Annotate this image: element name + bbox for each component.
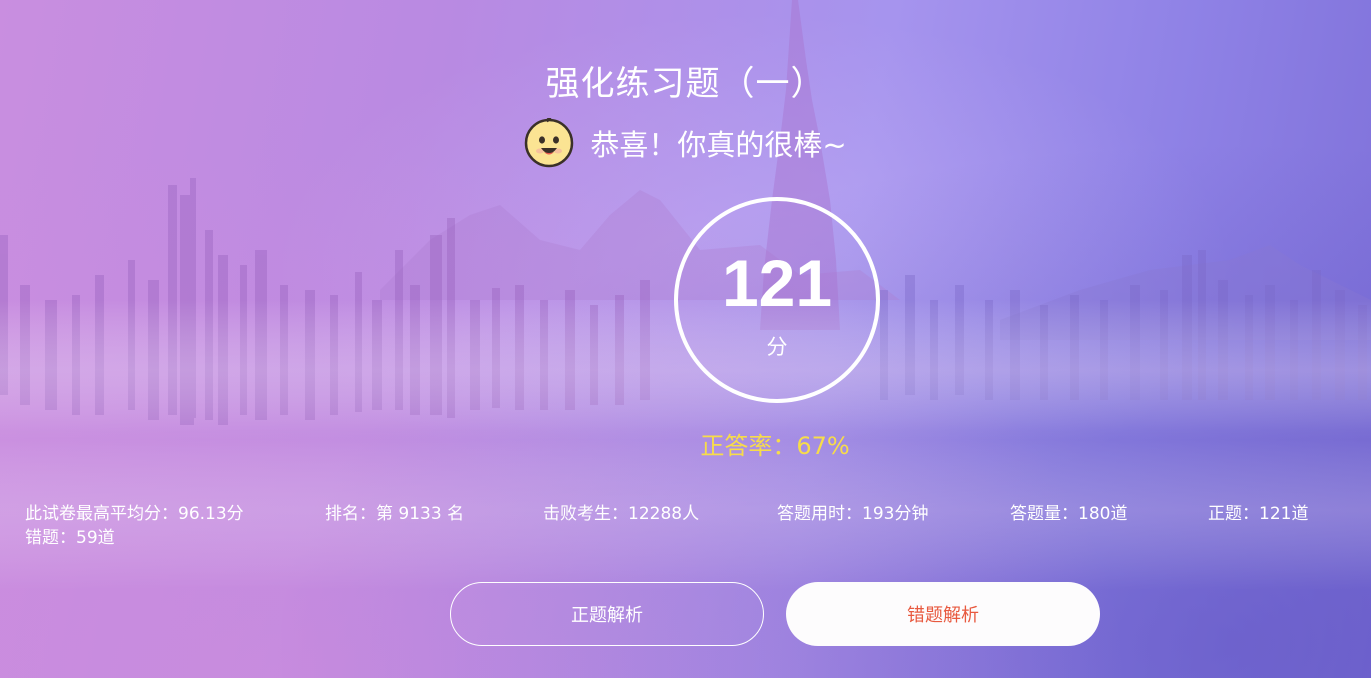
- stat-highest-average: 此试卷最高平均分：96.13分: [25, 504, 244, 524]
- exam-title: 强化练习题（一）: [545, 64, 826, 104]
- score-circle: 121 分: [674, 197, 880, 403]
- congratulation-text: 恭喜！你真的很棒~: [590, 128, 847, 162]
- congratulation-message: 恭喜！你真的很棒~: [0, 118, 1371, 168]
- correct-analysis-button[interactable]: 正题解析: [450, 582, 764, 646]
- wrong-analysis-button[interactable]: 错题解析: [786, 582, 1100, 646]
- exam-result-page: 强化练习题（一） 恭喜！你真的很棒~ 121 分 正答率：67% 此试卷最高平均…: [0, 0, 1371, 678]
- stat-correct: 正题：121道: [1208, 504, 1309, 524]
- stat-time-used: 答题用时：193分钟: [777, 504, 929, 524]
- stat-wrong: 错题：59道: [25, 528, 115, 548]
- score-unit: 分: [766, 335, 788, 359]
- stat-rank: 排名：第 9133 名: [325, 504, 465, 524]
- stat-defeated: 击败考生：12288人: [543, 504, 700, 524]
- score-value: 121: [721, 246, 833, 320]
- smiling-face-icon: [525, 118, 574, 168]
- accuracy-rate: 正答率：67%: [700, 432, 850, 460]
- stat-answered: 答题量：180道: [1010, 504, 1128, 524]
